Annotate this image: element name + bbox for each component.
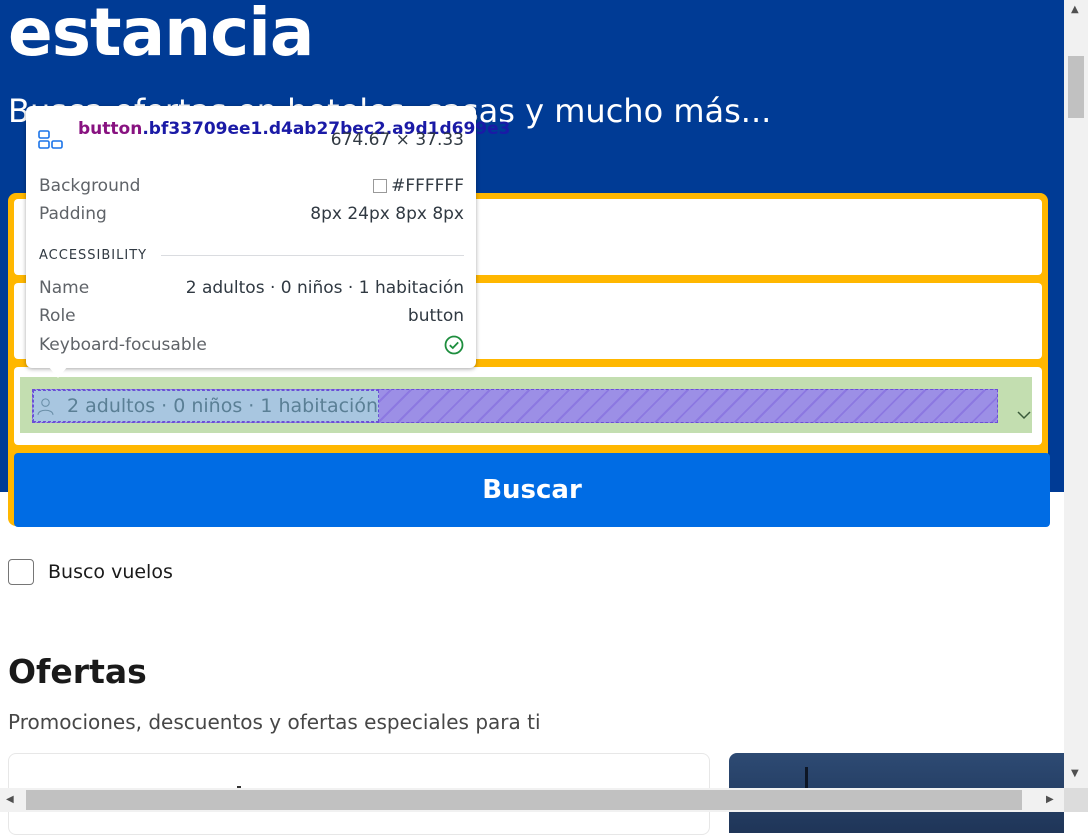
check-circle-icon [444,335,464,355]
flights-checkbox[interactable] [8,559,34,585]
inspector-padding-row: Padding 8px 24px 8px 8px [39,204,464,224]
inspector-focusable-row: Keyboard-focusable [39,335,464,355]
guests-content: 2 adultos · 0 niños · 1 habitación [33,390,379,422]
accessibility-heading-text: ACCESSIBILITY [39,248,148,263]
inspector-background-value-wrap: #FFFFFF [373,176,464,196]
inspector-role-label: Role [39,306,76,326]
guests-button[interactable]: 2 adultos · 0 niños · 1 habitación [32,389,998,423]
inspector-size: 674.67 × 37.33 [330,130,464,150]
inspector-name-row: Name 2 adultos · 0 niños · 1 habitación [39,278,464,298]
inspector-accessibility-heading: ACCESSIBILITY [39,248,464,263]
vertical-scroll-thumb[interactable] [1068,56,1084,118]
offers-subtitle: Promociones, descuentos y ofertas especi… [8,710,541,734]
scroll-right-arrow-icon[interactable]: ▶ [1046,794,1054,806]
inspector-tooltip: button.bf33709ee1.d4ab27bec2.a9d1d699e3 … [26,106,511,378]
inspector-name-label: Name [39,278,90,298]
scroll-left-arrow-icon[interactable]: ◀ [6,794,14,806]
hero-title: estancia [8,0,314,71]
flights-checkbox-label[interactable]: Busco vuelos [48,561,173,583]
inspector-background-row: Background #FFFFFF [39,176,464,196]
horizontal-scrollbar[interactable]: ◀ ▶ [0,788,1064,812]
inspector-padding-value: 8px 24px 8px 8px [310,204,464,224]
color-swatch [373,179,388,193]
inspector-selector: button.bf33709ee1.d4ab27bec2.a9d1d699e3 [78,116,511,142]
offers-title: Ofertas [8,652,147,691]
inspector-focusable-label: Keyboard-focusable [39,335,207,355]
search-button[interactable]: Buscar [14,453,1050,527]
horizontal-scroll-thumb[interactable] [26,790,1022,810]
layout-grid-icon [38,130,63,149]
vertical-scrollbar[interactable]: ▲ ▼ [1064,0,1088,812]
inspector-tag: button [78,119,143,139]
inspector-background-value: #FFFFFF [391,176,464,196]
scrollbar-corner [1064,788,1088,812]
inspector-padding-label: Padding [39,204,107,224]
guests-field: 2 adultos · 0 niños · 1 habitación [14,367,1042,445]
inspector-role-value: button [407,306,464,326]
chevron-down-icon[interactable] [1016,407,1032,423]
scroll-up-arrow-icon[interactable]: ▲ [1071,4,1079,16]
inspector-role-row: Role button [39,306,464,326]
guests-inspect-highlight: 2 adultos · 0 niños · 1 habitación [20,377,1032,433]
user-icon [37,398,54,415]
inspector-background-label: Background [39,176,141,196]
scroll-down-arrow-icon[interactable]: ▼ [1071,768,1079,780]
flights-checkbox-row[interactable]: Busco vuelos [8,559,173,585]
inspector-name-value: 2 adultos · 0 niños · 1 habitación [185,278,464,298]
divider [161,255,464,256]
guests-label: 2 adultos · 0 niños · 1 habitación [66,395,378,417]
tooltip-arrow [48,366,68,378]
